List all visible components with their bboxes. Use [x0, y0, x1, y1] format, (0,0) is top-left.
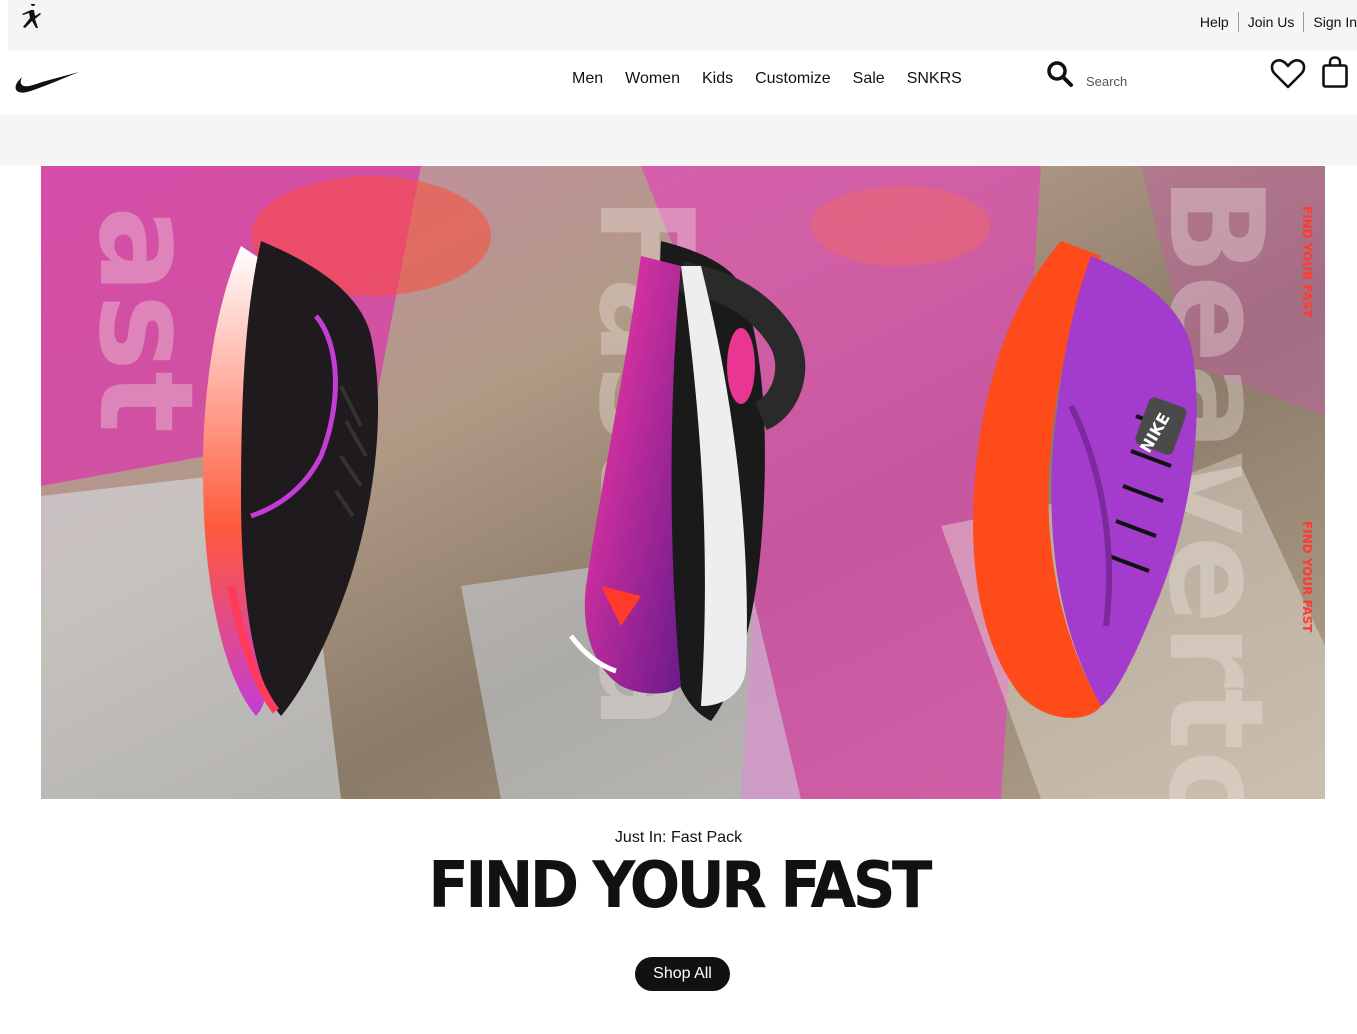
- join-us-link[interactable]: Join Us: [1239, 9, 1304, 35]
- help-link[interactable]: Help: [1191, 9, 1238, 35]
- hero-subtitle: Just In: Fast Pack: [614, 829, 743, 846]
- main-nav: Men Women Kids Customize Sale SNKRS: [0, 51, 1357, 115]
- utility-links: Help Join Us Sign In: [1191, 9, 1357, 35]
- search-icon[interactable]: [1046, 60, 1074, 88]
- hero-side-tag: FIND YOUR FAST: [1300, 521, 1314, 633]
- bag-icon[interactable]: [1320, 56, 1350, 88]
- shop-all-button[interactable]: Shop All: [635, 957, 730, 991]
- svg-text:ast: ast: [70, 206, 222, 433]
- nav-item-men[interactable]: Men: [561, 69, 614, 89]
- nav-item-kids[interactable]: Kids: [691, 69, 744, 89]
- heart-icon[interactable]: [1270, 58, 1306, 90]
- nav-item-snkrs[interactable]: SNKRS: [896, 69, 973, 89]
- sign-in-link[interactable]: Sign In: [1304, 9, 1357, 35]
- nav-item-sale[interactable]: Sale: [842, 69, 896, 89]
- hero-title: FIND YOUR FAST: [428, 849, 932, 923]
- search-input[interactable]: [1086, 70, 1226, 92]
- primary-nav: Men Women Kids Customize Sale SNKRS: [561, 69, 973, 89]
- nav-item-customize[interactable]: Customize: [744, 69, 842, 89]
- jordan-jumpman-icon[interactable]: [18, 4, 46, 30]
- hero-illustration: Beaverton Fast Pa ast: [41, 166, 1325, 799]
- utility-bar: Help Join Us Sign In: [8, 0, 1357, 51]
- hero-image[interactable]: Beaverton Fast Pa ast: [41, 166, 1325, 799]
- promo-banner-strip: [0, 115, 1357, 165]
- nike-swoosh-icon[interactable]: [14, 68, 80, 93]
- nav-item-women[interactable]: Women: [614, 69, 691, 89]
- hero-side-tag: FIND YOUR FAST: [1300, 206, 1314, 318]
